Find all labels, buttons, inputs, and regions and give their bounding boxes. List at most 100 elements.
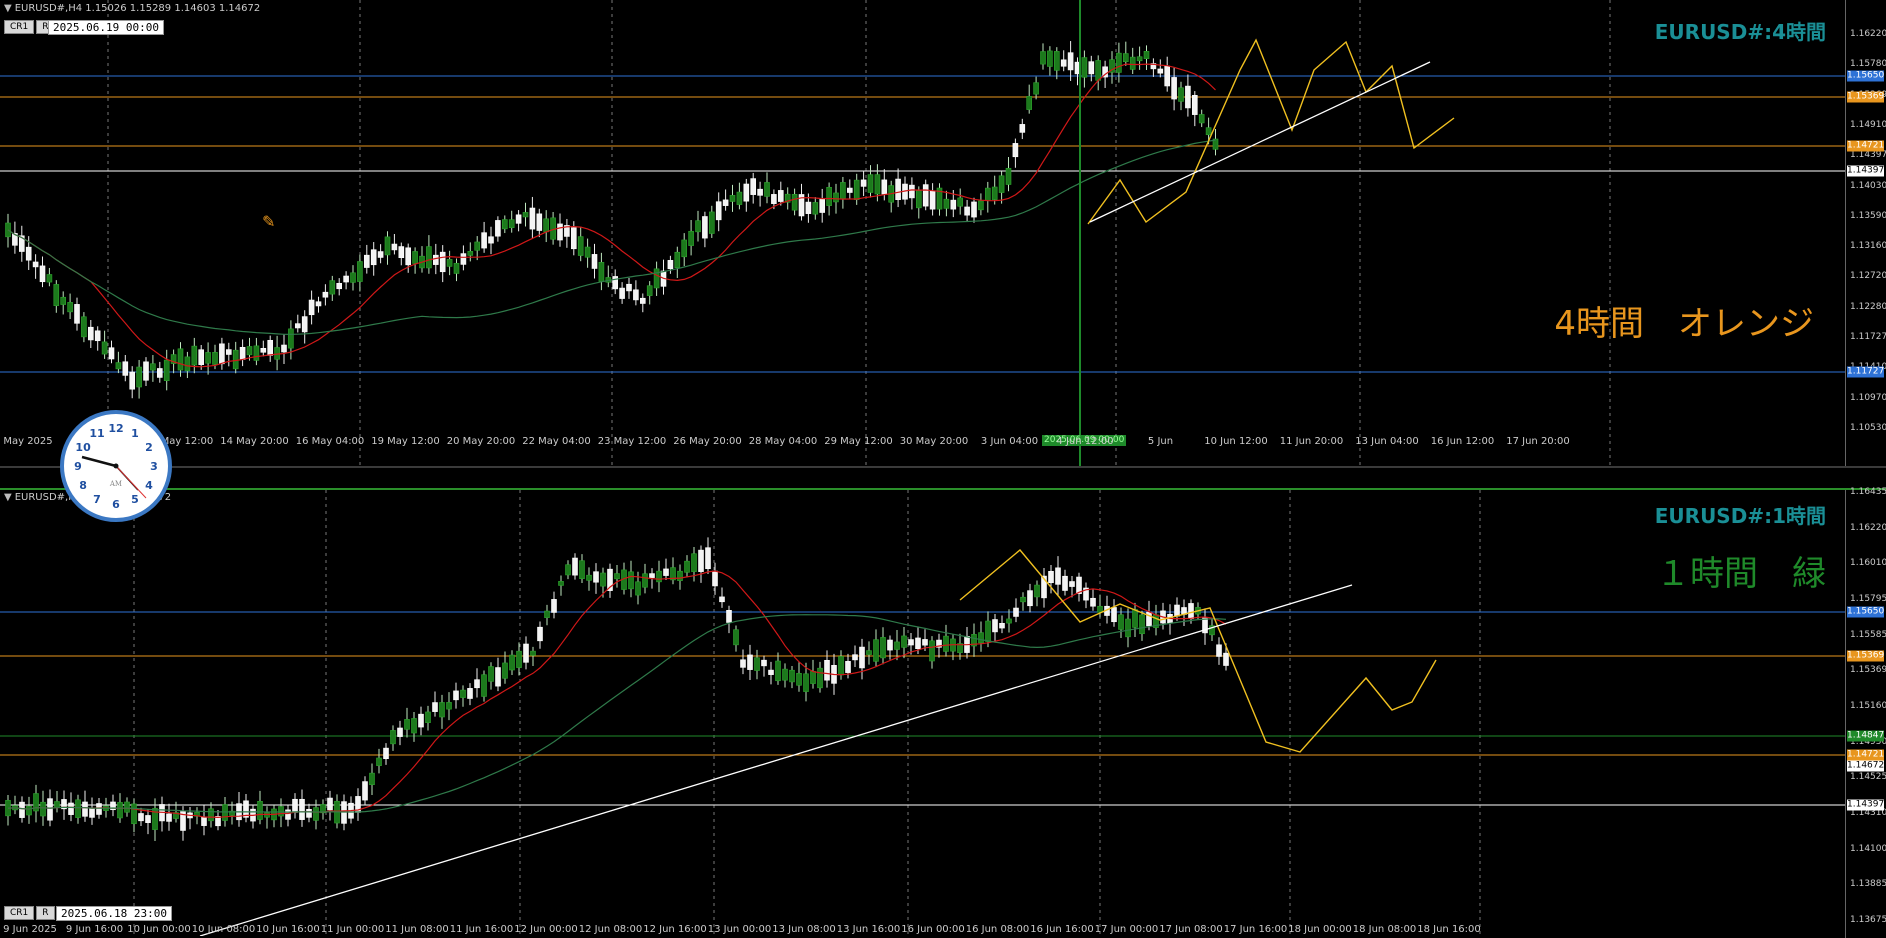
candle-body — [390, 730, 396, 745]
x-tick-label: 16 Jun 00:00 — [901, 924, 965, 935]
y-tick-label: 1.16220 — [1850, 29, 1886, 39]
candle-body — [1060, 59, 1067, 67]
x-tick-label: 13 Jun 04:00 — [1355, 436, 1419, 447]
price-tag: 1.14397 — [1847, 799, 1885, 811]
candle-body — [1047, 50, 1053, 67]
candle-body — [322, 291, 329, 298]
candle-body — [315, 301, 322, 307]
candle-body — [1013, 607, 1019, 617]
candle-body — [722, 199, 729, 206]
clock-hour-hand — [81, 455, 117, 468]
candle-body — [639, 297, 646, 304]
y-tick-label: 1.16435 — [1850, 487, 1886, 497]
candle-body — [612, 276, 619, 290]
candle-body — [579, 560, 585, 579]
candle-body — [688, 230, 694, 246]
candle-body — [887, 639, 893, 651]
candle-body — [635, 581, 641, 596]
h4-chart-canvas[interactable] — [0, 0, 1845, 466]
clock-am-label: AM — [109, 480, 122, 488]
analog-clock-widget[interactable]: 1 2 3 4 5 6 7 8 9 10 11 12 AM — [60, 410, 172, 522]
candle-body — [1118, 614, 1124, 630]
candle-body — [754, 657, 760, 671]
candle-body — [626, 283, 632, 292]
candle-body — [117, 802, 123, 819]
x-tick-label: 11 Jun 16:00 — [449, 924, 514, 935]
h1-chart-canvas[interactable] — [0, 490, 1845, 936]
candle-body — [544, 610, 550, 618]
candle-body — [577, 236, 584, 256]
h4-date-box[interactable]: 2025.06.19 00:00 — [48, 20, 164, 35]
candle-body — [628, 571, 634, 590]
candle-body — [89, 808, 95, 818]
candle-body — [684, 560, 690, 573]
y-tick-label: 1.13590 — [1850, 210, 1886, 221]
collapse-triangle-icon[interactable]: ▼ — [4, 492, 12, 503]
candle-body — [1040, 51, 1046, 65]
moving-average-line — [7, 63, 1216, 368]
h1-button-group: CR1 R — [4, 906, 55, 920]
candle-body — [336, 282, 343, 290]
chart-pane-h1[interactable]: ▼EURUSD#,H1 1.14603 1.14672 CR1 R 2025.0… — [0, 487, 1886, 938]
candle-body — [803, 673, 809, 692]
clock-numeral: 6 — [112, 498, 120, 511]
candle-body — [708, 211, 715, 234]
candle-body — [1192, 95, 1198, 115]
pencil-tool-icon[interactable]: ✎ — [262, 212, 275, 231]
x-tick-label: 18 Jun 00:00 — [1288, 924, 1352, 935]
clock-numeral: 9 — [74, 460, 82, 473]
cr1-button[interactable]: CR1 — [4, 20, 35, 34]
candle-body — [67, 302, 73, 313]
y-tick-label: 1.15160 — [1850, 701, 1886, 711]
candle-body — [509, 654, 515, 671]
h1-note-green: １時間 緑 — [1656, 554, 1826, 594]
candle-body — [362, 781, 368, 801]
candle-body — [789, 669, 795, 683]
candle-body — [201, 816, 207, 826]
candle-body — [145, 815, 151, 823]
candle-body — [817, 667, 823, 689]
h4-symbol-info: EURUSD#,H4 1.15026 1.15289 1.14603 1.146… — [14, 3, 261, 14]
candle-body — [308, 299, 315, 316]
candle-body — [1054, 51, 1060, 71]
y-tick-label: 1.14910 — [1850, 119, 1886, 130]
y-tick-label: 1.13675 — [1850, 915, 1886, 925]
y-tick-label: 1.14397 — [1850, 150, 1886, 161]
cr1-button[interactable]: CR1 — [4, 906, 35, 920]
h1-date-box[interactable]: 2025.06.18 23:00 — [56, 906, 172, 921]
x-tick-label: 14 May 20:00 — [220, 436, 289, 447]
candle-body — [208, 808, 214, 822]
candle-body — [267, 339, 274, 356]
candle-body — [232, 349, 239, 370]
candle-body — [522, 212, 529, 218]
candle-body — [260, 348, 267, 353]
candle-body — [383, 747, 389, 759]
h1-y-axis[interactable]: 1.16435 1.16220 1.16010 1.15795 1.15585 1.153… — [1845, 487, 1886, 938]
candle-body — [124, 801, 130, 813]
candle-body — [495, 667, 501, 687]
candle-body — [54, 801, 60, 808]
clock-numeral: 2 — [145, 441, 153, 454]
candle-body — [246, 346, 253, 356]
r-button[interactable]: R — [36, 906, 55, 920]
collapse-triangle-icon[interactable]: ▼ — [4, 3, 12, 14]
chart-pane-h4[interactable]: ▼ EURUSD#,H4 1.15026 1.15289 1.14603 1.14… — [0, 0, 1886, 468]
candle-body — [1026, 96, 1032, 110]
candle-body — [543, 218, 550, 233]
candle-body — [460, 689, 466, 698]
candle-body — [740, 659, 746, 668]
x-tick-label: 13 Jun 08:00 — [772, 924, 836, 935]
candle-body — [101, 341, 108, 355]
h4-timeframe-title: EURUSD#:4時間 — [1654, 20, 1826, 44]
candle-body — [681, 239, 688, 258]
candle-body — [257, 800, 263, 820]
candle-body — [439, 251, 446, 273]
x-tick-label: 19 May 12:00 — [371, 436, 440, 447]
candle-body — [1157, 68, 1164, 74]
candle-body — [327, 797, 333, 811]
x-tick-label: 16 Jun 16:00 — [1030, 924, 1094, 935]
candle-body — [593, 571, 599, 583]
x-tick-label: 10 Jun 08:00 — [191, 924, 256, 935]
candle-body — [94, 330, 101, 342]
y-tick-label: 1.15780 — [1850, 59, 1886, 70]
